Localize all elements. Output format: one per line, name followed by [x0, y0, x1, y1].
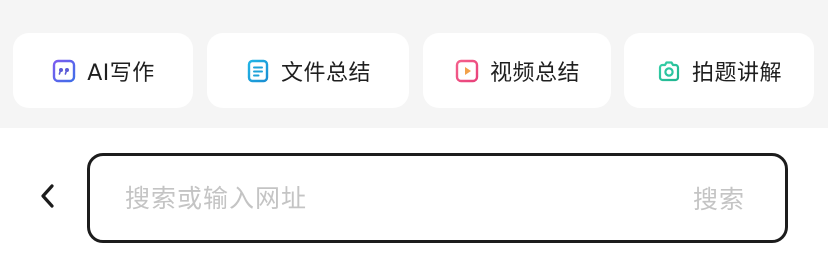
camera-icon: [656, 58, 682, 84]
play-icon: [454, 58, 480, 84]
quote-icon: [51, 58, 77, 84]
search-input[interactable]: [123, 155, 693, 241]
chevron-left-icon: [38, 182, 58, 214]
document-icon: [245, 58, 271, 84]
ai-writing-button[interactable]: AI写作: [13, 33, 193, 108]
ai-writing-label: AI写作: [87, 60, 155, 86]
photo-explain-label: 拍题讲解: [691, 60, 782, 86]
quick-action-bar: AI写作 文件总结 视频总结 拍题讲解: [0, 0, 828, 128]
video-summary-label: 视频总结: [489, 60, 580, 86]
video-summary-button[interactable]: 视频总结: [423, 33, 611, 108]
file-summary-button[interactable]: 文件总结: [207, 33, 409, 108]
search-row: 搜索: [0, 128, 828, 269]
search-button[interactable]: 搜索: [693, 180, 745, 216]
search-box: 搜索: [87, 153, 788, 243]
back-button[interactable]: [30, 180, 66, 216]
file-summary-label: 文件总结: [280, 60, 371, 86]
photo-explain-button[interactable]: 拍题讲解: [624, 33, 814, 108]
